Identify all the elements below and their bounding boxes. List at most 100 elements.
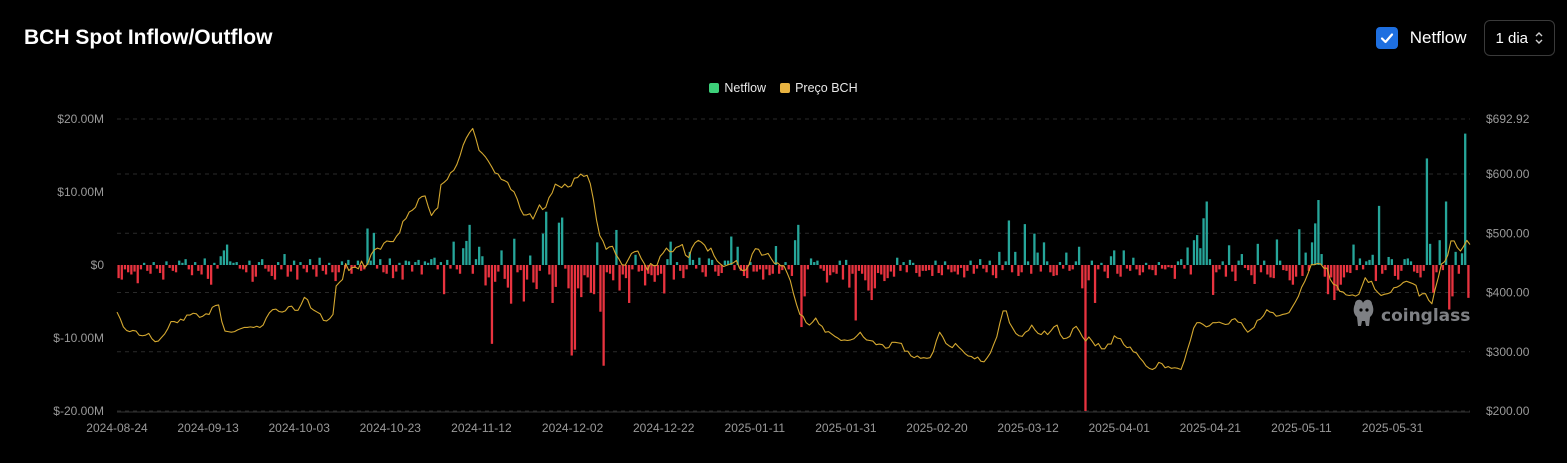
netflow-bar [1428, 243, 1432, 265]
netflow-bar [1081, 265, 1084, 289]
netflow-bar [924, 265, 928, 271]
netflow-bar [1068, 265, 1071, 271]
netflow-bar [538, 265, 541, 271]
netflow-bar [816, 260, 819, 265]
netflow-bar [522, 265, 526, 302]
netflow-bar [1125, 265, 1129, 269]
netflow-bar [165, 261, 168, 265]
netflow-bar [822, 265, 825, 271]
netflow-bar [391, 265, 395, 279]
netflow-bar [860, 265, 864, 274]
netflow-bar [666, 259, 669, 265]
netflow-bar [296, 265, 299, 280]
right-axis-tick-label: $692.92 [1486, 112, 1530, 126]
netflow-bar [312, 265, 315, 270]
netflow-bar [1320, 254, 1323, 265]
netflow-bar [896, 257, 899, 265]
netflow-bar [1109, 256, 1113, 265]
netflow-bar [1049, 265, 1052, 273]
netflow-bar [152, 262, 155, 265]
netflow-bar [1304, 252, 1307, 265]
netflow-bar [1176, 261, 1180, 265]
netflow-bar [168, 265, 171, 268]
netflow-bar [921, 265, 924, 271]
netflow-bar [446, 259, 449, 265]
netflow-bar [599, 265, 602, 312]
netflow-bar [369, 260, 372, 265]
netflow-bar [1278, 260, 1282, 265]
netflow-bar [564, 265, 567, 269]
netflow-bar [190, 265, 194, 276]
netflow-bar [139, 265, 143, 270]
netflow-bar [1167, 265, 1170, 268]
netflow-bar [1007, 220, 1011, 265]
netflow-bar [548, 265, 551, 275]
netflow-bar [127, 265, 130, 273]
netflow-bar [554, 265, 557, 287]
netflow-bar [280, 265, 283, 270]
netflow-bar [675, 262, 679, 265]
netflow-bar [1243, 265, 1247, 268]
netflow-bar [809, 258, 813, 265]
netflow-bar [178, 260, 181, 265]
coinglass-logo-icon [1353, 299, 1374, 326]
netflow-bar [1186, 247, 1189, 265]
netflow-bar [1256, 243, 1259, 265]
netflow-bar [570, 265, 573, 356]
netflow-bar [1058, 262, 1062, 265]
netflow-bar [1199, 248, 1202, 265]
netflow-bar [1221, 261, 1224, 265]
netflow-bar [414, 262, 417, 265]
netflow-bar [1189, 265, 1192, 275]
netflow-bar [966, 265, 969, 271]
netflow-bar [695, 265, 698, 269]
netflow-bar [468, 224, 471, 265]
netflow-bar [717, 265, 720, 276]
netflow-bar [825, 265, 829, 283]
netflow-bar [927, 265, 931, 271]
netflow-bar [621, 265, 624, 275]
right-axis: $692.92 $600.00 $500.00 $400.00 $300.00 $200.… [1486, 112, 1530, 418]
netflow-bar [372, 232, 376, 265]
netflow-bar [1183, 265, 1186, 269]
netflow-bar [120, 265, 123, 280]
netflow-bar [216, 265, 219, 269]
netflow-bar [714, 265, 717, 272]
netflow-bar [557, 222, 561, 265]
netflow-bar [1339, 265, 1342, 285]
netflow-bar [442, 265, 446, 295]
netflow-bar [848, 265, 851, 288]
netflow-bar [1211, 265, 1215, 295]
netflow-bar [758, 265, 762, 270]
netflow-bar [493, 265, 497, 282]
netflow-bar [988, 260, 991, 265]
netflow-bar [519, 265, 522, 271]
netflow-bar [663, 265, 666, 294]
netflow-bar [366, 228, 369, 265]
netflow-bar [545, 211, 548, 265]
netflow-bar [602, 265, 605, 366]
netflow-bar [1046, 261, 1049, 265]
netflow-bar [1355, 265, 1358, 271]
netflow-bar [1113, 250, 1116, 265]
netflow-bar [1106, 265, 1109, 279]
netflow-bar [388, 258, 391, 265]
x-axis-tick-label: 2025-02-20 [906, 421, 968, 435]
netflow-bar [1342, 265, 1346, 278]
netflow-bar [1132, 257, 1135, 265]
netflow-bar [787, 265, 790, 270]
netflow-bar [1282, 265, 1285, 271]
netflow-bar [398, 262, 401, 265]
netflow-bar [213, 262, 216, 265]
netflow-bar [908, 259, 912, 265]
netflow-bar [474, 259, 478, 265]
netflow-bar [679, 265, 682, 271]
netflow-bar [264, 265, 267, 269]
netflow-bar [1180, 259, 1183, 265]
netflow-bar [698, 257, 701, 265]
netflow-bar [1208, 259, 1212, 265]
netflow-bar [455, 265, 458, 270]
netflow-bar [640, 265, 644, 271]
netflow-bar [1425, 158, 1429, 265]
x-axis-tick-label: 2024-12-02 [542, 421, 604, 435]
